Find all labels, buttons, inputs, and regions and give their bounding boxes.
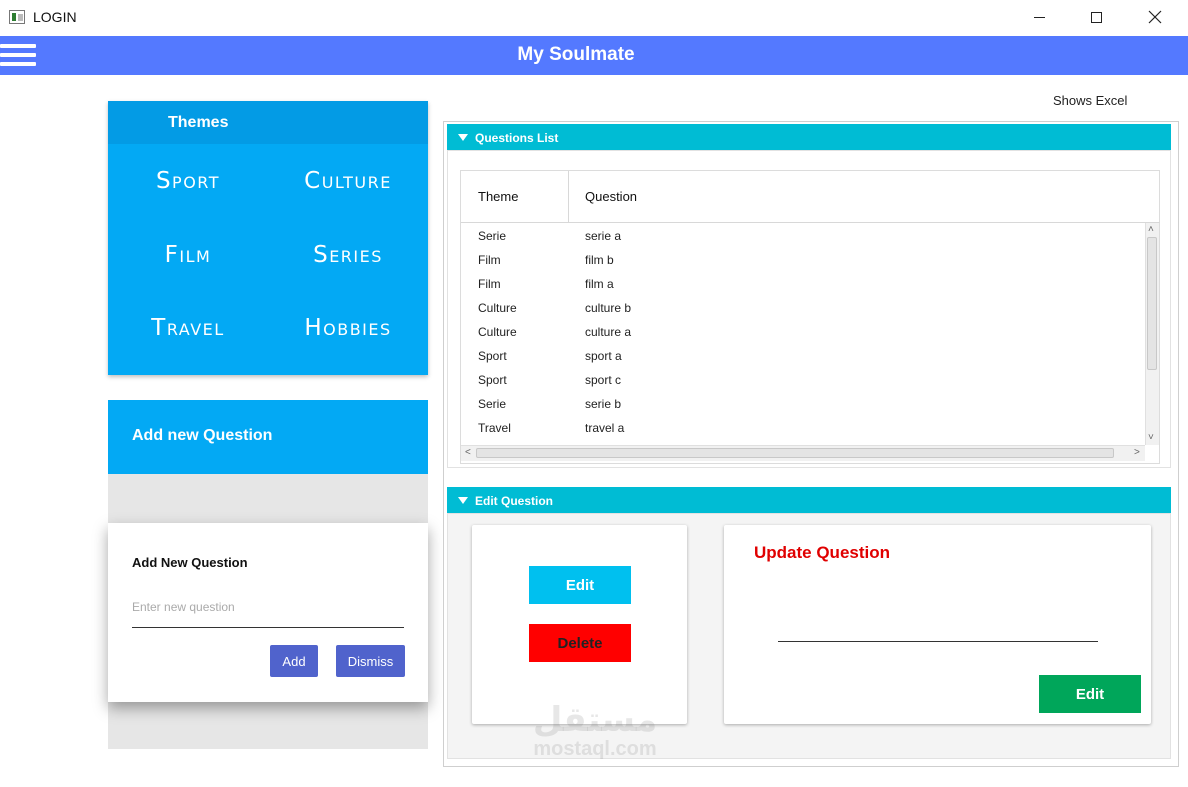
cell-theme: Film [478,253,501,267]
cell-question: culture b [585,301,632,315]
table-row[interactable]: Serie serie a [461,224,1145,248]
header-divider [461,222,1160,223]
minimize-icon [1033,16,1045,18]
close-button[interactable] [1132,0,1178,34]
cell-theme: Sport [478,373,507,387]
cell-theme: Serie [478,229,507,243]
add-question-header-label: Add new Question [132,427,273,444]
themes-header [108,101,428,144]
edit-question-header[interactable]: Edit Question [447,487,1171,514]
edit-question-title: Edit Question [475,493,553,508]
cell-question: film a [585,277,614,291]
table-row[interactable]: Film film b [461,248,1145,272]
collapse-arrow-icon [458,134,468,141]
theme-series-button[interactable]: Series [268,242,428,268]
questions-list-title: Questions List [475,130,559,145]
scroll-right-arrow-icon[interactable]: > [1134,447,1140,458]
cell-theme: Culture [478,301,517,315]
cell-question: travel a [585,421,625,435]
maximize-button[interactable] [1073,0,1119,34]
theme-travel-button[interactable]: Travel [108,315,268,341]
new-question-input[interactable] [132,590,404,628]
table-row[interactable]: Travel travel a [461,416,1145,440]
cell-question: film b [585,253,614,267]
cell-question: serie a [585,229,622,243]
watermark-logo: مستقل mostaql.com [520,702,670,760]
cell-question: serie b [585,397,622,411]
maximize-icon [1090,11,1102,23]
theme-culture-button[interactable]: Culture [268,168,428,194]
questions-list-header[interactable]: Questions List [447,124,1171,151]
table-row[interactable]: Sport sport a [461,344,1145,368]
scroll-left-arrow-icon[interactable]: < [465,447,471,458]
cell-question: sport c [585,373,622,387]
dialog-title: Add New Question [132,555,248,570]
add-button[interactable]: Add [270,645,318,677]
theme-film-button[interactable]: Film [108,242,268,268]
scroll-down-arrow-icon[interactable]: ˅ [1148,432,1154,443]
update-question-title: Update Question [754,543,891,562]
app-icon [9,10,25,24]
collapse-arrow-icon [458,497,468,504]
table-row[interactable]: Film film a [461,272,1145,296]
shows-excel-link[interactable]: Shows Excel [1053,93,1127,108]
column-header-question[interactable]: Question [585,171,637,222]
cell-theme: Serie [478,397,507,411]
cell-theme: Culture [478,325,517,339]
edit-button[interactable]: Edit [529,566,631,604]
theme-hobbies-button[interactable]: Hobbies [268,315,428,341]
watermark-latin: mostaql.com [533,738,657,760]
table-row[interactable]: Culture culture a [461,320,1145,344]
cell-theme: Film [478,277,501,291]
cell-question: culture a [585,325,632,339]
themes-title: Themes [168,114,229,131]
column-separator [568,171,569,222]
minimize-button[interactable] [1016,0,1062,34]
delete-button[interactable]: Delete [529,624,631,662]
column-header-theme[interactable]: Theme [478,171,518,222]
vertical-scroll-thumb[interactable] [1147,237,1157,370]
close-icon [1148,10,1162,24]
window-title: LOGIN [33,9,77,25]
cell-theme: Travel [478,421,511,435]
scroll-up-arrow-icon[interactable]: ˄ [1148,224,1154,235]
dismiss-button[interactable]: Dismiss [336,645,405,677]
window-title-bar [0,0,1188,36]
update-question-input[interactable] [778,610,1098,642]
app-title: My Soulmate [517,44,635,65]
table-row[interactable]: Serie serie b [461,392,1145,416]
horizontal-scroll-thumb[interactable] [476,448,1114,458]
table-row[interactable]: Culture culture b [461,296,1145,320]
update-edit-button[interactable]: Edit [1039,675,1141,713]
watermark-arabic: مستقل [532,701,658,739]
cell-theme: Sport [478,349,507,363]
cell-question: sport a [585,349,622,363]
theme-sport-button[interactable]: Sport [108,168,268,194]
table-row[interactable]: Sport sport c [461,368,1145,392]
